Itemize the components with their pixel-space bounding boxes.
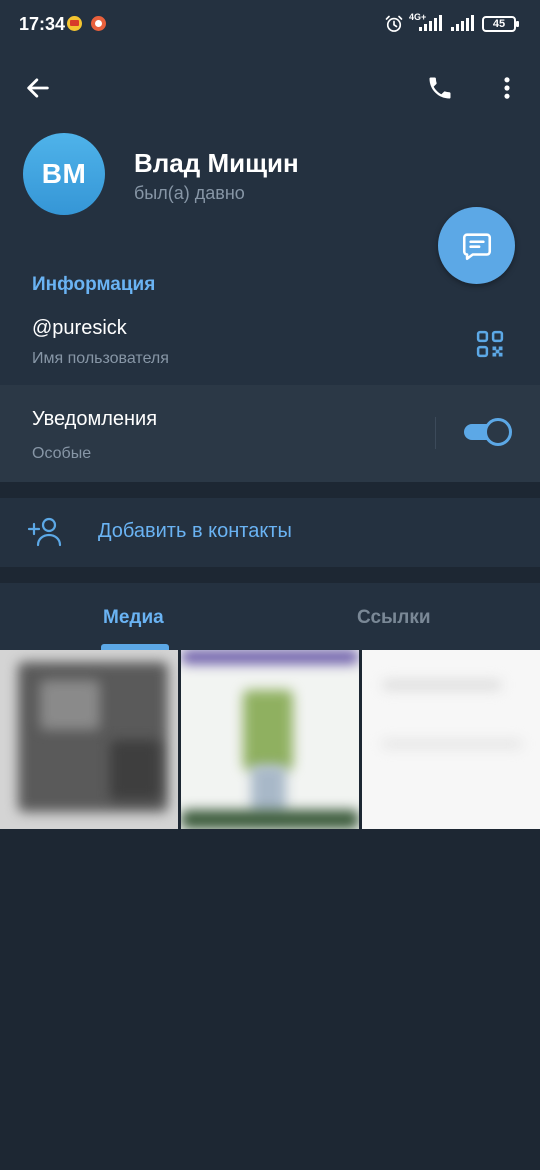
media-grid <box>0 650 540 829</box>
signal-icon-2 <box>451 15 474 31</box>
blurred-image <box>382 680 502 690</box>
toggle-knob <box>484 418 512 446</box>
call-button[interactable] <box>420 68 460 108</box>
profile-status: был(а) давно <box>134 183 245 203</box>
alarm-icon <box>385 15 403 32</box>
blurred-image-detail <box>243 690 293 770</box>
phone-icon <box>429 77 451 99</box>
tab-links[interactable]: Ссылки <box>357 607 431 629</box>
add-contact-row[interactable]: Добавить в контакты <box>0 498 540 567</box>
blurred-image <box>181 650 359 664</box>
info-section-title: Информация <box>32 274 156 295</box>
status-time: 17:34 <box>19 14 66 34</box>
media-thumbnail-3[interactable] <box>362 650 540 829</box>
qr-code-icon <box>476 330 504 358</box>
notifications-toggle[interactable] <box>462 418 512 446</box>
media-tabs: Медиа Ссылки <box>0 583 540 650</box>
blurred-image-detail <box>110 740 160 800</box>
status-bar: 17:34 4G+ 45 <box>0 0 540 48</box>
tab-media[interactable]: Медиа <box>103 607 164 629</box>
notifications-row[interactable]: Уведомления Особые <box>0 385 540 482</box>
more-vert-icon <box>504 77 510 99</box>
notifications-subtitle: Особые <box>32 445 92 462</box>
blurred-image-detail <box>181 810 359 829</box>
blurred-image-detail <box>382 740 522 748</box>
more-options-button[interactable] <box>487 68 527 108</box>
signal-icon <box>419 15 442 31</box>
mail-notification-icon <box>67 16 82 31</box>
profile-name: Влад Мищин <box>134 148 299 178</box>
qr-code-button[interactable] <box>470 324 510 364</box>
media-thumbnail-1[interactable] <box>0 650 178 829</box>
arrow-left-icon <box>27 78 49 98</box>
add-contact-icon <box>27 517 62 547</box>
message-icon <box>462 232 491 260</box>
back-button[interactable] <box>18 68 58 108</box>
notifications-title: Уведомления <box>32 408 158 430</box>
send-message-button[interactable] <box>438 207 515 284</box>
add-contact-label: Добавить в контакты <box>98 520 292 542</box>
battery-indicator: 45 <box>482 16 519 32</box>
media-thumbnail-2[interactable] <box>181 650 359 829</box>
browser-notification-icon <box>91 16 106 31</box>
divider <box>435 417 436 449</box>
username-label: Имя пользователя <box>32 350 169 367</box>
blurred-image-detail <box>40 680 100 730</box>
blurred-image-detail <box>251 765 286 815</box>
avatar[interactable]: ВМ <box>23 133 105 215</box>
username-value[interactable]: @puresick <box>32 317 127 340</box>
